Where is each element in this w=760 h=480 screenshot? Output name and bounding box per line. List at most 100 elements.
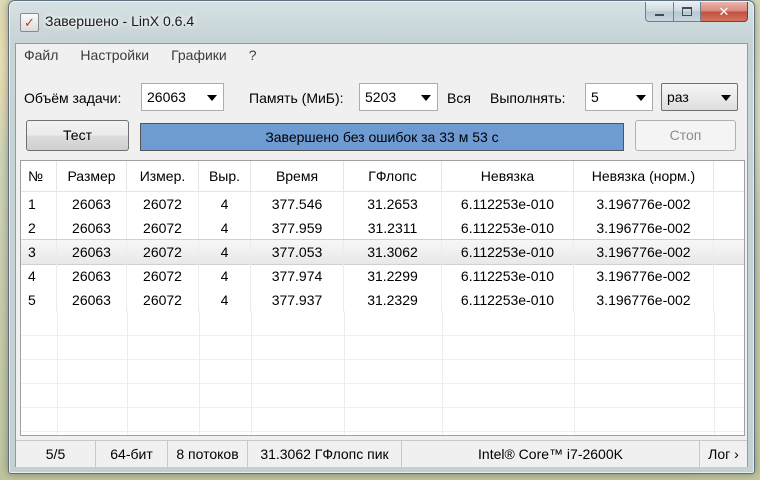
table-cell: 3.196776e-002 (574, 288, 714, 312)
task-size-value: 26063 (147, 89, 186, 105)
table-cell: 26063 (57, 192, 127, 216)
progress-text: Завершено без ошибок за 33 м 53 с (265, 129, 499, 145)
task-size-combo[interactable]: 26063 (141, 83, 224, 111)
title-bar[interactable]: ✓ Завершено - LinX 0.6.4 ✕ (9, 1, 754, 43)
status-threads: 8 потоков (168, 441, 248, 467)
memory-value: 5203 (365, 89, 397, 105)
column-header[interactable]: ГФлопс (344, 161, 442, 191)
menu-file[interactable]: Файл (24, 47, 58, 63)
chevron-down-icon (207, 95, 217, 101)
maximize-icon (682, 7, 692, 16)
table-cell: 6.112253e-010 (442, 288, 574, 312)
column-header[interactable]: Выр. (199, 161, 251, 191)
column-divider (344, 311, 443, 435)
column-header[interactable]: Размер (57, 161, 127, 191)
table-cell: 377.937 (251, 288, 344, 312)
table-cell: 5 (21, 288, 57, 312)
table-cell: 3.196776e-002 (574, 192, 714, 216)
menu-help[interactable]: ? (249, 47, 257, 63)
table-row[interactable]: 3 26063 26072 4 377.053 31.3062 6.112253e-010 3… (21, 239, 744, 265)
all-memory-label: Вся (447, 90, 471, 106)
window-title: Завершено - LinX 0.6.4 (45, 13, 195, 29)
table-cell: 4 (21, 264, 57, 288)
test-button[interactable]: Тест (26, 120, 129, 151)
status-cpu: Intel® Core™ i7-2600K (402, 441, 700, 467)
table-cell: 26072 (127, 216, 199, 240)
table-cell: 26063 (57, 240, 127, 264)
column-header[interactable]: Невязка (442, 161, 574, 191)
minimize-button[interactable] (645, 2, 674, 22)
table-cell: 4 (199, 264, 251, 288)
table-body: 1 26063 26072 4 377.546 31.2653 6.112253e-010 3… (21, 192, 744, 312)
table-cell: 3.196776e-002 (574, 264, 714, 288)
table-empty-area (21, 311, 744, 435)
column-divider (574, 311, 715, 435)
table-cell: 26063 (57, 264, 127, 288)
table-cell: 3 (21, 240, 57, 264)
table-header: № Размер Измер. Выр. Время ГФлопс Невязк… (21, 161, 744, 192)
table-cell: 4 (199, 192, 251, 216)
column-divider (57, 311, 128, 435)
column-header[interactable]: Время (251, 161, 344, 191)
table-cell: 26072 (127, 240, 199, 264)
menu-graphs[interactable]: Графики (171, 47, 227, 63)
results-table[interactable]: № Размер Измер. Выр. Время ГФлопс Невязк… (20, 160, 745, 436)
table-cell: 1 (21, 192, 57, 216)
table-cell: 3.196776e-002 (574, 240, 714, 264)
actions-row: Тест Завершено без ошибок за 33 м 53 с С… (16, 120, 747, 154)
progress-bar: Завершено без ошибок за 33 м 53 с (140, 123, 624, 151)
parameters-row: Объём задачи: 26063 Память (МиБ): 5203 В… (16, 82, 747, 112)
linx-window: ✓ Завершено - LinX 0.6.4 ✕ Файл Настройк… (8, 0, 755, 474)
stop-button[interactable]: Стоп (635, 120, 736, 151)
close-icon: ✕ (718, 3, 730, 19)
column-header[interactable]: Невязка (норм.) (574, 161, 714, 191)
table-cell: 26072 (127, 264, 199, 288)
log-button[interactable]: Лог › (700, 441, 747, 467)
row-divider (21, 335, 744, 336)
run-unit-combo[interactable]: раз (661, 83, 738, 111)
table-cell: 26072 (127, 192, 199, 216)
status-progress-count: 5/5 (16, 441, 96, 467)
checkmark-app-icon: ✓ (20, 13, 39, 32)
table-cell: 31.2653 (344, 192, 442, 216)
run-unit-value: раз (667, 89, 689, 105)
column-divider (21, 311, 58, 435)
menu-settings[interactable]: Настройки (80, 47, 149, 63)
memory-combo[interactable]: 5203 (359, 83, 438, 111)
minimize-icon (655, 13, 664, 16)
table-cell: 377.974 (251, 264, 344, 288)
status-peak: 31.3062 ГФлопс пик (248, 441, 402, 467)
table-row[interactable]: 1 26063 26072 4 377.546 31.2653 6.112253e-010 3… (21, 192, 744, 216)
table-cell: 377.546 (251, 192, 344, 216)
status-bits: 64-бит (96, 441, 168, 467)
table-cell: 2 (21, 216, 57, 240)
table-row[interactable]: 2 26063 26072 4 377.959 31.2311 6.112253e-010 3… (21, 216, 744, 240)
run-count-combo[interactable]: 5 (585, 83, 653, 111)
table-cell: 31.2311 (344, 216, 442, 240)
table-row[interactable]: 4 26063 26072 4 377.974 31.2299 6.112253e-010 3… (21, 264, 744, 288)
task-size-label: Объём задачи: (24, 90, 122, 106)
row-divider (21, 359, 744, 360)
maximize-button[interactable] (674, 2, 701, 22)
table-cell: 6.112253e-010 (442, 240, 574, 264)
memory-label: Память (МиБ): (249, 90, 344, 106)
table-cell: 4 (199, 240, 251, 264)
chevron-down-icon (421, 95, 431, 101)
table-cell: 31.3062 (344, 240, 442, 264)
client-area: Файл Настройки Графики ? Объём задачи: 2… (15, 43, 748, 467)
close-button[interactable]: ✕ (701, 2, 748, 22)
table-cell: 3.196776e-002 (574, 216, 714, 240)
table-cell: 4 (199, 216, 251, 240)
table-cell: 6.112253e-010 (442, 264, 574, 288)
table-cell: 26063 (57, 216, 127, 240)
run-label: Выполнять: (490, 90, 566, 106)
row-divider (21, 431, 744, 432)
chevron-down-icon (721, 95, 731, 101)
row-divider (21, 407, 744, 408)
table-row[interactable]: 5 26063 26072 4 377.937 31.2329 6.112253e-010 3… (21, 288, 744, 312)
table-cell: 6.112253e-010 (442, 192, 574, 216)
column-divider (251, 311, 345, 435)
table-cell: 4 (199, 288, 251, 312)
column-header[interactable]: № (21, 161, 57, 191)
column-header[interactable]: Измер. (127, 161, 199, 191)
